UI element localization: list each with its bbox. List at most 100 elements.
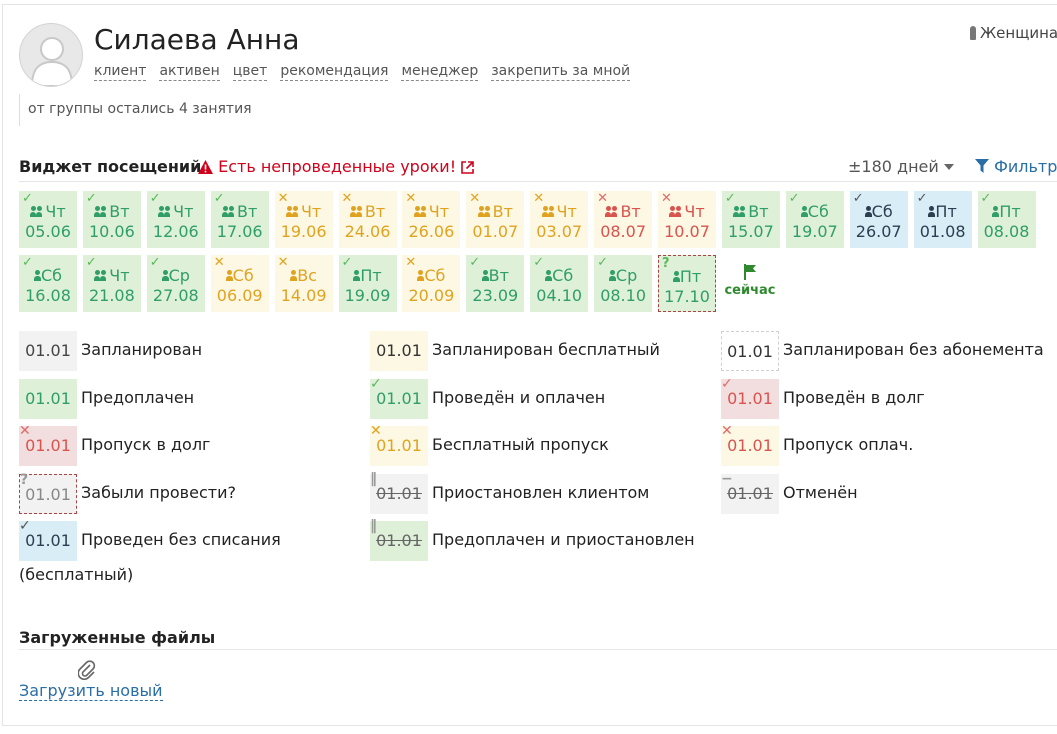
check-icon: ✓ — [724, 191, 736, 206]
visit-cell[interactable]: ✓ Вт 23.09 — [466, 255, 525, 312]
visit-cell[interactable]: ✓ Сб 04.10 — [530, 255, 589, 312]
visit-weekday: Вт — [488, 266, 509, 285]
legend-sample: 01.01 — [25, 531, 71, 550]
legend-label: Забыли провести? — [81, 483, 236, 502]
legend-label: Запланирован бесплатный — [432, 340, 660, 359]
visit-cell[interactable]: ✓ Пт 08.08 — [977, 191, 1036, 248]
visit-date: 01.08 — [919, 222, 966, 241]
now-marker: сейчас — [721, 255, 779, 312]
visit-weekday: Чт — [173, 202, 194, 221]
visit-cell[interactable]: ✕ Вт 24.06 — [338, 191, 397, 248]
legend-swatch: ‖ 01.01 — [370, 472, 428, 514]
visit-cell[interactable]: ✓ Вт 15.07 — [721, 191, 780, 248]
cross-icon: ✕ — [277, 191, 289, 206]
visit-cell[interactable]: ✕ Сб 20.09 — [402, 255, 461, 312]
legend-sample: 01.01 — [25, 341, 71, 360]
visit-cell[interactable]: ✕ Чт 19.06 — [274, 191, 333, 248]
visit-cell[interactable]: ✓ Пт 19.09 — [338, 255, 397, 312]
tag-manager[interactable]: менеджер — [401, 63, 479, 81]
cross-icon: ✕ — [370, 423, 382, 439]
cross-icon: ✕ — [721, 423, 733, 439]
visit-cell[interactable]: ✕ Вт 01.07 — [466, 191, 525, 248]
person-icon — [161, 270, 169, 282]
days-range-dropdown[interactable]: ±180 дней — [848, 157, 954, 176]
visit-weekday: Вт — [748, 202, 769, 221]
visit-date: 06.09 — [216, 286, 263, 305]
visit-date: 15.07 — [727, 222, 774, 241]
visit-cell[interactable]: ✕ Чт 26.06 — [402, 191, 461, 248]
gender-indicator: Женщина — [970, 24, 1057, 42]
check-icon: ✓ — [85, 191, 97, 206]
visit-cell[interactable]: ✓ Сб 16.08 — [19, 255, 77, 312]
legend-sample: 01.01 — [727, 436, 773, 455]
visit-cell[interactable]: ✕ Чт 03.07 — [530, 191, 589, 248]
visit-cell[interactable]: ✓ Чт 12.06 — [146, 191, 205, 248]
legend-swatch: ‖ 01.01 — [370, 518, 428, 561]
visit-date: 26.06 — [408, 222, 455, 241]
visit-cell[interactable]: ✕ Вт 08.07 — [594, 191, 653, 248]
legend-sample: 01.01 — [727, 389, 773, 408]
visit-cell[interactable]: ✕ Чт 10.07 — [658, 191, 716, 248]
person-icon — [992, 206, 1000, 218]
visit-cell[interactable]: ✕ Сб 06.09 — [210, 255, 269, 312]
visit-cell[interactable]: ✓ Сб 26.07 — [849, 191, 908, 248]
filter-button[interactable]: Фильтр — [975, 157, 1057, 176]
visit-date: 17.06 — [216, 222, 263, 241]
female-icon — [970, 26, 976, 40]
legend-swatch: 01.01 — [19, 331, 77, 371]
visit-weekday: Сб — [232, 266, 254, 285]
visit-date: 03.07 — [536, 222, 583, 241]
legend-sample: 01.01 — [25, 389, 71, 408]
check-icon: ✓ — [341, 255, 353, 270]
visit-cell[interactable]: ✓ Чт 21.08 — [82, 255, 141, 312]
visit-cell[interactable]: ✓ Ср 08.10 — [594, 255, 653, 312]
visit-cell[interactable]: ✓ Вт 10.06 — [82, 191, 141, 248]
visit-weekday: Чт — [300, 202, 322, 221]
visit-weekday: Пт — [999, 202, 1021, 221]
visit-date: 05.06 — [25, 222, 71, 241]
person-icon — [928, 206, 936, 218]
tag-recommendation[interactable]: рекомендация — [280, 63, 389, 81]
visit-cell[interactable]: ✓ Сб 19.07 — [785, 191, 844, 248]
cross-icon: ✕ — [213, 255, 225, 270]
legend-label: Отменён — [783, 483, 858, 502]
tag-color[interactable]: цвет — [232, 63, 268, 81]
cross-icon: ✕ — [405, 255, 417, 270]
legend-sample: 01.01 — [376, 341, 422, 360]
filter-label: Фильтр — [994, 157, 1057, 176]
visit-date: 21.08 — [88, 286, 135, 305]
check-icon: ✓ — [149, 191, 161, 206]
visit-cell[interactable]: ✓ Вт 17.06 — [210, 191, 269, 248]
tag-pin-to-me[interactable]: закрепить за мной — [491, 63, 631, 81]
check-icon: ✓ — [980, 191, 992, 206]
question-icon: ? — [662, 256, 670, 271]
caret-down-icon — [943, 164, 954, 170]
visit-cell[interactable]: ? Пт 17.10 — [658, 255, 716, 312]
legend-sample: 01.01 — [376, 389, 422, 408]
visit-cell[interactable]: ✓ Ср 27.08 — [146, 255, 205, 312]
group-icon — [605, 206, 619, 218]
visit-cell[interactable]: ✓ Чт 05.06 — [19, 191, 77, 248]
tag-active[interactable]: активен — [159, 63, 220, 81]
visit-date: 14.09 — [280, 286, 327, 305]
visit-date: 17.10 — [664, 287, 710, 306]
person-icon — [417, 270, 425, 282]
person-icon — [481, 270, 489, 282]
tag-client[interactable]: клиент — [94, 63, 147, 81]
now-label: сейчас — [724, 283, 776, 298]
upload-new-link[interactable]: Загрузить новый — [19, 681, 163, 701]
visit-cell[interactable]: ✓ Пт 01.08 — [913, 191, 972, 248]
legend-swatch: ✓ 01.01 — [370, 377, 428, 419]
visit-weekday: Сб — [424, 266, 446, 285]
warning-icon — [198, 160, 213, 174]
visit-weekday: Ср — [615, 266, 638, 285]
check-icon: ✓ — [533, 255, 545, 270]
unconducted-warning[interactable]: Есть непроведенные уроки! — [198, 157, 475, 176]
person-icon — [672, 271, 680, 283]
group-icon — [158, 206, 172, 218]
visit-cell[interactable]: ✕ Вс 14.09 — [274, 255, 333, 312]
pause-icon: ‖ — [370, 518, 377, 534]
check-icon: ✓ — [916, 191, 928, 206]
person-icon — [545, 270, 553, 282]
cross-icon: ✕ — [341, 191, 353, 206]
